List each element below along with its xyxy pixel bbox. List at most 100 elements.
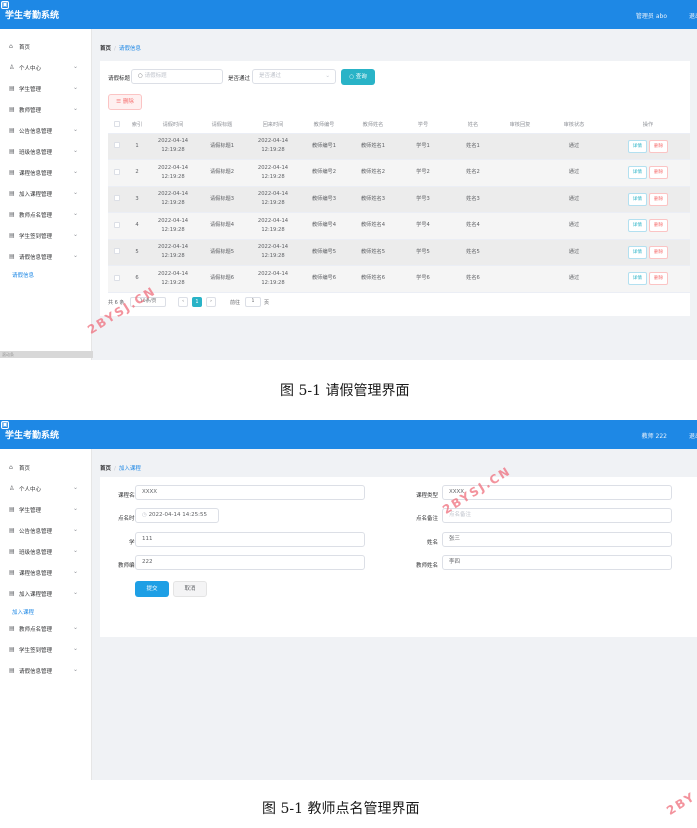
name-input[interactable]: 张三 xyxy=(442,532,672,547)
current-page[interactable]: 1 xyxy=(192,297,202,307)
figure-caption: 图 5-1 请假管理界面 xyxy=(280,383,410,399)
teacher-no-input[interactable]: 222 xyxy=(135,555,365,570)
cell-index: 1 xyxy=(126,133,148,160)
search-button[interactable]: ○ 查询 xyxy=(341,69,375,85)
delete-button[interactable]: 删除 xyxy=(649,166,669,180)
row-checkbox[interactable] xyxy=(108,159,126,187)
cell-actions: 详情 删除 xyxy=(606,212,690,240)
cell-teacher-name: 教师姓名6 xyxy=(348,265,398,293)
cell-return-time: 2022-04-14 12:19:28 xyxy=(246,186,300,213)
chevron-down-icon: ⌄ xyxy=(72,666,78,673)
sidebar-item-label: 课程信息管理 xyxy=(19,171,53,177)
sidebar-item[interactable]: ▤ 学生签到管理 ⌄ xyxy=(0,640,92,658)
column-header: 审核状态 xyxy=(542,116,606,134)
student-no-input[interactable]: 111 xyxy=(135,532,365,547)
trash-icon: ☰ xyxy=(116,99,123,105)
submit-button[interactable]: 提交 xyxy=(135,581,169,597)
sidebar-item[interactable]: ▤ 请假信息管理 ⌄ xyxy=(0,247,92,265)
sidebar-item[interactable]: ▤ 教师点名管理 ⌄ xyxy=(0,619,92,637)
delete-button[interactable]: 删除 xyxy=(649,219,669,233)
sidebar-item[interactable]: ▤ 课程信息管理 ⌄ xyxy=(0,563,92,581)
row-checkbox[interactable] xyxy=(108,212,126,240)
row-checkbox[interactable] xyxy=(108,265,126,293)
cell-student-no: 学号6 xyxy=(398,265,448,293)
logout-link[interactable]: 退出 xyxy=(689,11,697,20)
chevron-down-icon: ⌄ xyxy=(72,252,78,259)
course-name-input[interactable]: XXXX xyxy=(135,485,365,500)
sidebar-item[interactable]: ▤ 班级信息管理 ⌄ xyxy=(0,142,92,160)
sidebar-item[interactable]: ⌂ 首页 xyxy=(0,458,92,476)
menu-icon: ▤ xyxy=(9,211,15,218)
column-header: 姓名 xyxy=(448,116,498,134)
chevron-down-icon: ⌄ xyxy=(72,84,78,91)
sidebar-item[interactable]: ▤ 学生管理 ⌄ xyxy=(0,79,92,97)
sidebar-item[interactable]: ♙ 个人中心 ⌄ xyxy=(0,58,92,76)
sidebar-item[interactable]: ▤ 教师管理 ⌄ xyxy=(0,100,92,118)
sidebar-item[interactable]: ▤ 加入课程管理 ⌄ xyxy=(0,584,92,602)
sidebar-item-label: 加入课程管理 xyxy=(19,192,53,198)
cell-index: 2 xyxy=(126,159,148,187)
menu-icon: ▤ xyxy=(9,85,15,92)
delete-button[interactable]: 删除 xyxy=(649,192,669,206)
row-checkbox[interactable] xyxy=(108,133,126,160)
title-search-input[interactable]: ○ 请假标题 xyxy=(131,69,223,84)
leave-management-screenshot: ▣ 学生考勤系统 管理员 abo 退出 ⌂ 首页 ♙ 个人中心 ⌄ ▤ 学生管理 ⌄ ▤ 教师管理… xyxy=(0,0,697,360)
logout-link[interactable]: 退出 xyxy=(689,431,697,440)
sidebar-item[interactable]: ▤ 公告信息管理 ⌄ xyxy=(0,521,92,539)
cell-student-name: 姓名3 xyxy=(448,186,498,213)
cell-actions: 详情 删除 xyxy=(606,159,690,187)
sidebar-item[interactable]: ▤ 教师点名管理 ⌄ xyxy=(0,205,92,223)
sidebar-item[interactable]: ▤ 班级信息管理 ⌄ xyxy=(0,542,92,560)
row-checkbox[interactable] xyxy=(108,239,126,266)
sidebar-subitem-active[interactable]: 请假信息 xyxy=(12,271,34,279)
cell-leave-title: 请假标题2 xyxy=(198,159,246,187)
roll-note-input[interactable]: 点名备注 xyxy=(442,508,672,523)
teacher-name-input[interactable]: 李四 xyxy=(442,555,672,570)
cell-student-name: 姓名4 xyxy=(448,212,498,240)
sidebar-item[interactable]: ▤ 请假信息管理 ⌄ xyxy=(0,661,92,679)
sidebar-item[interactable]: ▤ 公告信息管理 ⌄ xyxy=(0,121,92,139)
breadcrumb-home[interactable]: 首页 xyxy=(100,46,111,52)
home-icon: ⌂ xyxy=(9,43,13,50)
select-all-checkbox[interactable] xyxy=(108,116,126,134)
sidebar-item[interactable]: ♙ 个人中心 ⌄ xyxy=(0,479,92,497)
delete-button[interactable]: 删除 xyxy=(649,139,669,153)
sidebar-item-label: 教师点名管理 xyxy=(19,627,53,633)
menu-icon: ▤ xyxy=(9,590,15,597)
prev-page-button[interactable]: ‹ xyxy=(178,297,188,307)
sidebar-item[interactable]: ▤ 课程信息管理 ⌄ xyxy=(0,163,92,181)
menu-icon: ▤ xyxy=(9,232,15,239)
cell-teacher-no: 教师编号4 xyxy=(300,212,348,240)
roll-time-picker[interactable]: ◷ 2022-04-14 14:25:55 xyxy=(135,508,219,523)
batch-delete-button[interactable]: ☰ 删除 xyxy=(108,94,142,110)
sidebar-item-label: 首页 xyxy=(19,45,31,51)
view-button[interactable]: 详情 xyxy=(627,166,647,180)
breadcrumb-home[interactable]: 首页 xyxy=(100,466,111,472)
column-header: 审核回复 xyxy=(498,116,542,134)
cell-index: 4 xyxy=(126,212,148,240)
sidebar-item[interactable]: ▤ 学生签到管理 ⌄ xyxy=(0,226,92,244)
breadcrumb: 首页 / 请假信息 xyxy=(100,44,141,52)
next-page-button[interactable]: › xyxy=(206,297,216,307)
delete-button[interactable]: 删除 xyxy=(649,245,669,259)
main-content: 首页 / 加入课程 课程名称 XXXX 课程类型 XXXX 点名时间 ◷ 2022-… xyxy=(93,449,697,780)
view-button[interactable]: 详情 xyxy=(627,219,647,233)
goto-page-input[interactable]: 1 xyxy=(245,297,261,307)
approved-select[interactable]: 是否通过 ⌄ xyxy=(252,69,336,84)
view-button[interactable]: 详情 xyxy=(627,245,647,259)
cell-student-name: 姓名2 xyxy=(448,159,498,187)
sidebar-item[interactable]: ▤ 加入课程管理 ⌄ xyxy=(0,184,92,202)
sidebar-item[interactable]: ▤ 学生管理 ⌄ xyxy=(0,500,92,518)
sidebar-item[interactable]: ⌂ 首页 xyxy=(0,37,92,55)
cell-student-name: 姓名1 xyxy=(448,133,498,160)
row-checkbox[interactable] xyxy=(108,186,126,213)
view-button[interactable]: 详情 xyxy=(627,192,647,206)
view-button[interactable]: 详情 xyxy=(627,139,647,153)
sidebar-subitem-active[interactable]: 加入课程 xyxy=(12,608,34,616)
top-bar: ▣ 学生考勤系统 教师 222 退出 xyxy=(0,420,697,449)
delete-button[interactable]: 删除 xyxy=(649,272,669,286)
menu-icon: ▤ xyxy=(9,506,15,513)
view-button[interactable]: 详情 xyxy=(627,272,647,286)
cell-actions: 详情 删除 xyxy=(606,265,690,293)
cancel-button[interactable]: 取消 xyxy=(173,581,207,597)
